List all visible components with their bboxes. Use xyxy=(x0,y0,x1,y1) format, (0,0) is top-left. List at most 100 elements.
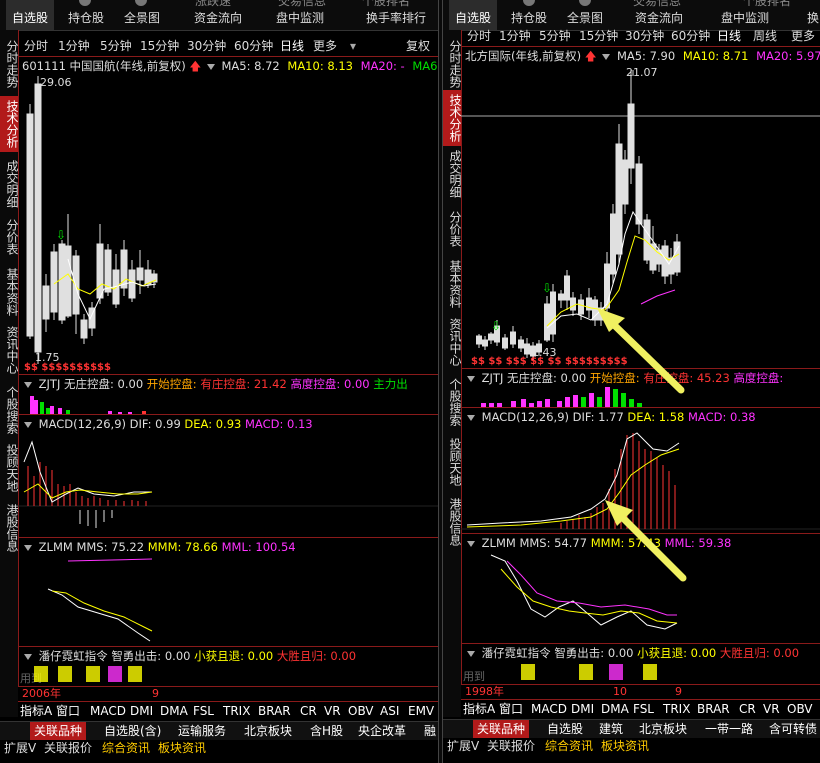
ind-tab-emv[interactable]: EMV xyxy=(408,702,434,720)
ind-tab-cr[interactable]: CR xyxy=(300,702,317,720)
side-tab-trades[interactable]: 成交明细 xyxy=(0,158,19,210)
ind-tab-trix[interactable]: TRIX xyxy=(663,700,690,718)
ind-tab-window[interactable]: 窗口 xyxy=(499,700,523,718)
side-tab-price-table[interactable]: 分价表 xyxy=(443,208,462,250)
tab-convertible[interactable]: 含可转债 xyxy=(769,720,817,738)
ind-tab-obv[interactable]: OBV xyxy=(348,702,374,720)
subtab-news[interactable]: 综合资讯 xyxy=(102,740,150,756)
nav-watchlist[interactable]: 自选股 xyxy=(6,0,54,30)
ind-tab-vr[interactable]: VR xyxy=(763,700,780,718)
side-tab-hk[interactable]: 港股信息 xyxy=(443,496,462,548)
side-tab-profile[interactable]: 基本资料 xyxy=(443,258,462,310)
zjtj-chart[interactable] xyxy=(18,392,438,416)
ind-tab-brar[interactable]: BRAR xyxy=(697,700,730,718)
tf-15min[interactable]: 15分钟 xyxy=(579,26,618,46)
tab-related[interactable]: 关联品种 xyxy=(30,722,87,740)
ind-tab-fsl[interactable]: FSL xyxy=(633,700,654,718)
tab-margin[interactable]: 融 xyxy=(424,722,436,740)
tf-intraday[interactable]: 分时 xyxy=(467,26,491,46)
side-tab-advisor[interactable]: 投顾天地 xyxy=(443,436,462,488)
dropdown-icon[interactable] xyxy=(467,650,475,657)
more-dropdown-icon[interactable]: ▾ xyxy=(350,36,356,56)
ind-tab-cr[interactable]: CR xyxy=(739,700,756,718)
side-tab-news[interactable]: 资讯中心 xyxy=(0,324,19,376)
side-tab-advisor[interactable]: 投顾天地 xyxy=(0,442,19,494)
tf-daily[interactable]: 日线 xyxy=(717,26,741,46)
side-tab-trades[interactable]: 成交明细 xyxy=(443,148,462,200)
ind-tab-asi[interactable]: ASI xyxy=(380,702,399,720)
tf-adjust[interactable]: 复权 xyxy=(406,36,430,56)
tab-belt-road[interactable]: 一带一路 xyxy=(705,720,753,738)
side-tab-stock-search[interactable]: 个股搜索 xyxy=(443,376,462,428)
ind-tab-a[interactable]: 指标A xyxy=(463,700,495,718)
tab-beijing[interactable]: 北京板块 xyxy=(244,722,292,740)
ind-tab-trix[interactable]: TRIX xyxy=(223,702,250,720)
subtab-sector-news[interactable]: 板块资讯 xyxy=(158,740,206,756)
tf-intraday[interactable]: 分时 xyxy=(24,36,48,56)
ind-tab-vr[interactable]: VR xyxy=(324,702,341,720)
zlmm-chart[interactable] xyxy=(18,555,438,645)
subtab-quotes[interactable]: 关联报价 xyxy=(487,738,535,754)
side-tab-hk[interactable]: 港股信息 xyxy=(0,502,19,554)
dropdown-icon[interactable] xyxy=(206,63,215,70)
tab-construction[interactable]: 建筑 xyxy=(599,720,623,738)
macd-chart[interactable] xyxy=(18,432,438,536)
tab-related[interactable]: 关联品种 xyxy=(473,720,530,738)
tab-transport[interactable]: 运输服务 xyxy=(178,722,226,740)
ind-tab-macd[interactable]: MACD xyxy=(90,702,126,720)
subtab-expand[interactable]: 扩展V xyxy=(447,738,479,754)
side-tab-technical[interactable]: 技术分析 xyxy=(443,90,462,146)
nav-panorama[interactable]: 全景图 xyxy=(118,0,166,30)
ind-tab-fsl[interactable]: FSL xyxy=(193,702,214,720)
side-tab-intraday[interactable]: 分时走势 xyxy=(443,38,462,90)
side-tab-news[interactable]: 资讯中心 xyxy=(443,316,462,368)
subtab-expand[interactable]: 扩展V xyxy=(4,740,36,756)
ind-tab-dmi[interactable]: DMI xyxy=(571,700,594,718)
side-tab-price-table[interactable]: 分价表 xyxy=(0,216,19,258)
dropdown-icon[interactable] xyxy=(24,421,32,428)
tf-60min[interactable]: 60分钟 xyxy=(234,36,273,56)
side-tab-profile[interactable]: 基本资料 xyxy=(0,266,19,318)
dropdown-icon[interactable] xyxy=(602,53,611,60)
dropdown-icon[interactable] xyxy=(24,544,32,551)
tab-watchlist-inc[interactable]: 自选股(含) xyxy=(104,722,161,740)
ind-tab-dma[interactable]: DMA xyxy=(601,700,629,718)
tf-30min[interactable]: 30分钟 xyxy=(625,26,664,46)
dropdown-icon[interactable] xyxy=(467,414,475,421)
tf-weekly[interactable]: 周线 xyxy=(753,26,777,46)
tf-more[interactable]: 更多 xyxy=(791,26,815,46)
dropdown-icon[interactable] xyxy=(467,540,475,547)
tab-h-share[interactable]: 含H股 xyxy=(310,722,343,740)
ind-tab-macd[interactable]: MACD xyxy=(531,700,567,718)
ind-tab-dmi[interactable]: DMI xyxy=(130,702,153,720)
signal-chart[interactable] xyxy=(18,664,438,686)
subtab-sector-news[interactable]: 板块资讯 xyxy=(601,738,649,754)
tab-watchlist[interactable]: 自选股 xyxy=(547,720,583,738)
tf-1min[interactable]: 1分钟 xyxy=(499,26,531,46)
nav-turnover-rank[interactable]: 换手率排行 xyxy=(360,0,432,30)
nav-holdings[interactable]: 持仓股 xyxy=(62,0,110,30)
tf-5min[interactable]: 5分钟 xyxy=(539,26,571,46)
tf-daily[interactable]: 日线 xyxy=(280,36,304,56)
side-tab-intraday[interactable]: 分时走势 xyxy=(0,38,19,90)
subtab-quotes[interactable]: 关联报价 xyxy=(44,740,92,756)
tf-60min[interactable]: 60分钟 xyxy=(671,26,710,46)
tf-more[interactable]: 更多 xyxy=(313,36,337,56)
nav-fund-flow[interactable]: 资金流向 xyxy=(188,0,248,30)
ind-tab-a[interactable]: 指标A xyxy=(20,702,52,720)
signal-chart[interactable] xyxy=(461,662,820,684)
dropdown-icon[interactable] xyxy=(24,653,32,660)
nav-intraday-monitor[interactable]: 盘中监测 xyxy=(270,0,330,30)
side-tab-technical[interactable]: 技术分析 xyxy=(0,96,19,152)
ind-tab-dma[interactable]: DMA xyxy=(160,702,188,720)
kline-chart[interactable]: ⇩ xyxy=(18,74,438,374)
ind-tab-window[interactable]: 窗口 xyxy=(56,702,80,720)
tf-15min[interactable]: 15分钟 xyxy=(140,36,179,56)
tab-soe-reform[interactable]: 央企改革 xyxy=(358,722,406,740)
ind-tab-brar[interactable]: BRAR xyxy=(258,702,291,720)
dropdown-icon[interactable] xyxy=(24,381,32,388)
tf-1min[interactable]: 1分钟 xyxy=(58,36,90,56)
dropdown-icon[interactable] xyxy=(467,375,475,382)
side-tab-stock-search[interactable]: 个股搜索 xyxy=(0,384,19,436)
tf-30min[interactable]: 30分钟 xyxy=(187,36,226,56)
